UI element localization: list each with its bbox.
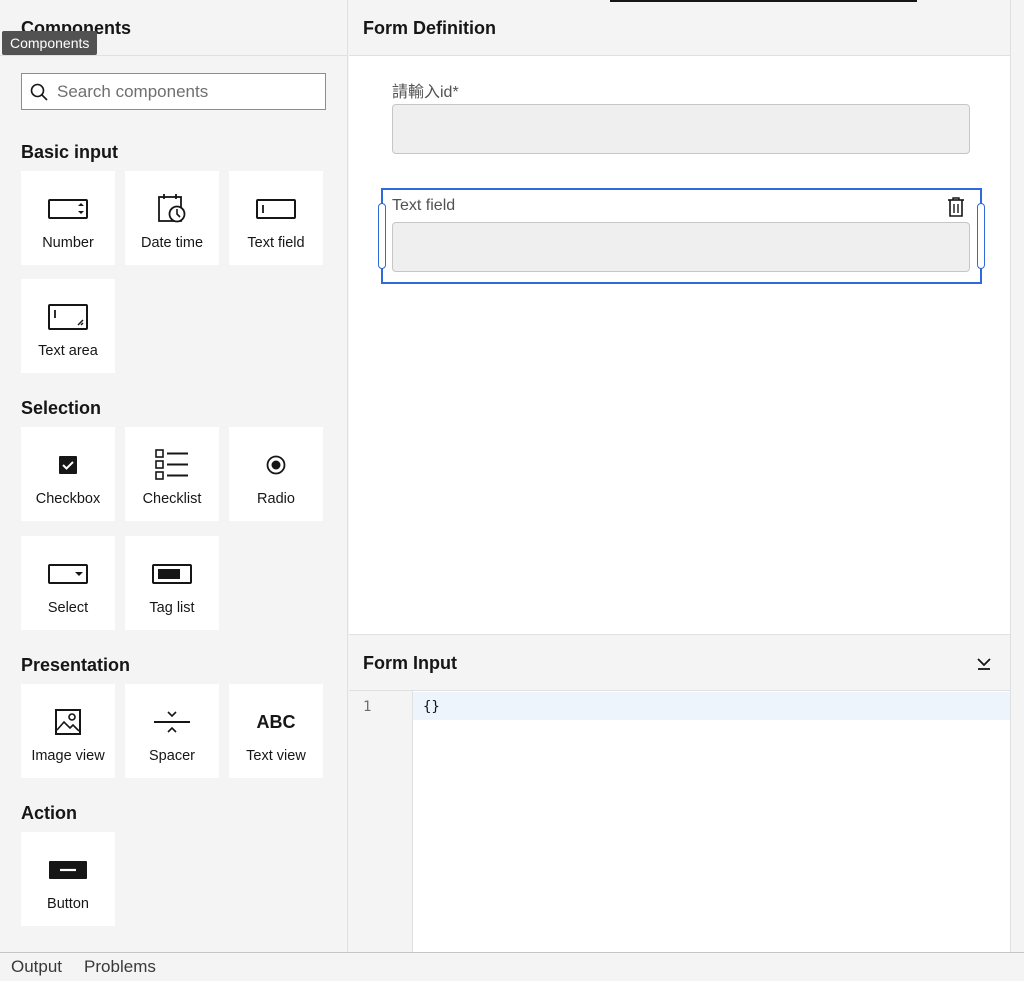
form-input-header: Form Input (349, 635, 1010, 691)
spacer-icon (150, 708, 194, 736)
active-indicator (610, 0, 917, 2)
components-palette: Components Components Basic input Number… (0, 0, 348, 952)
component-label: Select (47, 600, 89, 616)
abc-glyph: ABC (256, 711, 296, 732)
form-input-panel: Form Input 1 {} (349, 634, 1010, 953)
form-definition-title: Form Definition (349, 0, 1010, 56)
text-view-icon: ABC (254, 708, 298, 736)
image-icon (46, 708, 90, 736)
tag-list-icon (150, 560, 194, 588)
component-select[interactable]: Select (21, 536, 115, 630)
collapse-icon[interactable] (976, 655, 992, 671)
component-label: Text view (246, 748, 306, 764)
component-label: Button (47, 896, 89, 912)
component-label: Radio (257, 491, 295, 507)
group-title-selection: Selection (21, 398, 102, 418)
search-icon (30, 83, 48, 101)
search-box[interactable] (21, 73, 326, 110)
component-radio[interactable]: Radio (229, 427, 323, 521)
text-field-icon (254, 195, 298, 223)
field-label-id: 請輸入id* (392, 84, 459, 101)
component-label: Tag list (149, 600, 195, 616)
group-title-presentation: Presentation (21, 655, 131, 675)
component-label: Image view (31, 748, 105, 764)
component-label: Text field (247, 235, 305, 251)
tooltip: Components (2, 31, 98, 55)
resize-handle-left[interactable] (378, 203, 386, 269)
form-field-id-input[interactable] (392, 104, 970, 154)
component-label: Number (42, 235, 94, 251)
component-text-area[interactable]: Text area (21, 279, 115, 373)
form-field-text-field-input[interactable] (392, 222, 970, 272)
component-label: Checklist (142, 491, 202, 507)
active-line-highlight (349, 692, 1010, 720)
component-tag-list[interactable]: Tag list (125, 536, 219, 630)
component-button[interactable]: Button (21, 832, 115, 926)
checklist-icon (150, 449, 194, 480)
line-number: 1 (363, 699, 372, 715)
select-icon (46, 560, 90, 588)
component-spacer[interactable]: Spacer (125, 684, 219, 778)
code-editor-text[interactable]: {} (423, 699, 440, 715)
text-area-icon (46, 303, 90, 331)
tab-problems[interactable]: Problems (84, 957, 156, 977)
component-image-view[interactable]: Image view (21, 684, 115, 778)
component-label: Text area (38, 343, 98, 359)
component-checklist[interactable]: Checklist (125, 427, 219, 521)
right-edge-panel (1010, 0, 1024, 952)
component-label: Checkbox (35, 491, 101, 507)
component-text-field[interactable]: Text field (229, 171, 323, 265)
radio-icon (254, 451, 298, 479)
resize-handle-right[interactable] (977, 203, 985, 269)
tab-output[interactable]: Output (11, 957, 62, 977)
button-icon (46, 856, 90, 884)
component-number[interactable]: Number (21, 171, 115, 265)
form-input-title: Form Input (363, 653, 457, 673)
group-title-action: Action (21, 803, 77, 823)
calendar-clock-icon (150, 194, 194, 223)
component-checkbox[interactable]: Checkbox (21, 427, 115, 521)
component-label: Date time (140, 235, 204, 251)
number-icon (46, 195, 90, 223)
trash-icon[interactable] (946, 196, 966, 218)
search-input[interactable] (57, 81, 307, 102)
component-date-time[interactable]: Date time (125, 171, 219, 265)
group-title-basic-input: Basic input (21, 142, 119, 162)
line-number-gutter (349, 691, 413, 953)
bottom-panel-tabs: Output Problems (0, 952, 1024, 981)
component-label: Spacer (149, 748, 195, 764)
checkbox-icon (46, 451, 90, 479)
field-label-text-field: Text field (392, 197, 456, 214)
component-text-view[interactable]: ABC Text view (229, 684, 323, 778)
